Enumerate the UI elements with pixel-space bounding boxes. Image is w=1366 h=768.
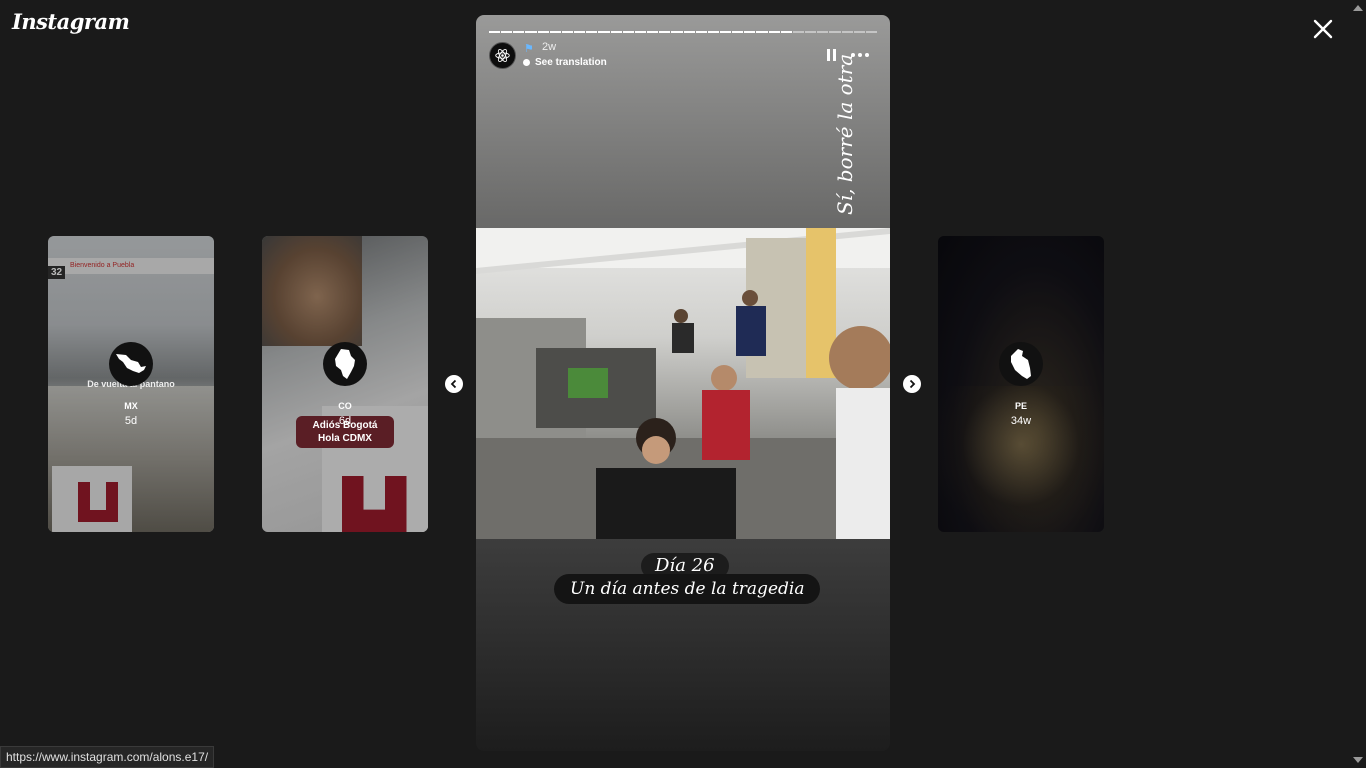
story-photo — [476, 228, 890, 539]
preview-username: CO — [338, 401, 352, 411]
close-icon[interactable] — [1310, 16, 1336, 42]
progress-segment — [659, 31, 671, 33]
progress-segment — [549, 31, 561, 33]
progress-segment — [647, 31, 659, 33]
story-time: 2w — [542, 41, 557, 53]
avatar — [999, 342, 1043, 386]
progress-segment — [744, 31, 756, 33]
progress-segment — [817, 31, 829, 33]
progress-segment — [707, 31, 719, 33]
progress-segment — [780, 31, 792, 33]
progress-segment — [634, 31, 647, 33]
progress-segment — [768, 31, 780, 33]
progress-segment — [489, 31, 501, 33]
scroll-up-icon[interactable] — [1353, 5, 1363, 11]
progress-segment — [610, 31, 622, 33]
progress-segment — [719, 31, 732, 33]
progress-segment — [865, 31, 877, 33]
preview-username: PE — [1014, 401, 1027, 411]
translation-icon — [523, 59, 530, 66]
story-preview-mx[interactable]: Bienvenido a Puebla 32 De vuelta al pant… — [48, 236, 214, 532]
progress-segment — [574, 31, 586, 33]
preview-username: MX — [124, 401, 138, 411]
story-side-text: Sí, borré la otra — [833, 53, 857, 215]
progress-segment — [792, 31, 805, 33]
progress-segment — [805, 31, 817, 33]
progress-segment — [683, 31, 695, 33]
progress-segment — [622, 31, 634, 33]
status-url: https://www.instagram.com/alons.e17/ — [0, 746, 215, 768]
story-preview-co[interactable]: Adiós Bogotá Hola CDMX CO 6d — [262, 236, 428, 532]
progress-segment — [756, 31, 768, 33]
atom-icon — [495, 49, 510, 62]
progress-segment — [853, 31, 865, 33]
mexico-map-icon — [116, 354, 146, 373]
progress-segment — [841, 31, 853, 33]
see-translation-link[interactable]: See translation — [535, 57, 607, 68]
instagram-logo[interactable]: Instagram — [12, 9, 130, 34]
progress-segment — [537, 31, 549, 33]
flag-emoji-icon: ⚑ — [524, 43, 534, 55]
chevron-right-icon — [909, 379, 916, 389]
progress-segment — [598, 31, 610, 33]
progress-segment — [501, 31, 513, 33]
colombia-map-icon — [335, 349, 355, 379]
story-progress-bar — [489, 31, 877, 33]
preview-time: 6d — [338, 415, 352, 427]
story-preview-pe[interactable]: PE 34w — [938, 236, 1104, 532]
progress-segment — [525, 31, 537, 33]
chevron-left-icon — [450, 379, 457, 389]
avatar — [109, 342, 153, 386]
scrollbar[interactable] — [1350, 0, 1366, 768]
avatar[interactable] — [489, 42, 516, 69]
preview-time: 5d — [124, 415, 138, 427]
progress-segment — [695, 31, 707, 33]
story-viewer[interactable]: ⚑ 2w See translation Sí, borré la otra D… — [476, 15, 890, 751]
avatar — [323, 342, 367, 386]
progress-segment — [829, 31, 841, 33]
progress-segment — [561, 31, 574, 33]
group-photo-illustration — [476, 228, 890, 539]
previous-story-button[interactable] — [445, 375, 463, 393]
next-story-button[interactable] — [903, 375, 921, 393]
scroll-down-icon[interactable] — [1353, 757, 1363, 763]
progress-segment — [671, 31, 683, 33]
peru-map-icon — [1011, 349, 1031, 379]
preview-time: 34w — [1010, 415, 1032, 427]
story-caption-text: Un día antes de la tragedia — [554, 574, 821, 604]
progress-segment — [586, 31, 598, 33]
progress-segment — [513, 31, 525, 33]
progress-segment — [732, 31, 744, 33]
